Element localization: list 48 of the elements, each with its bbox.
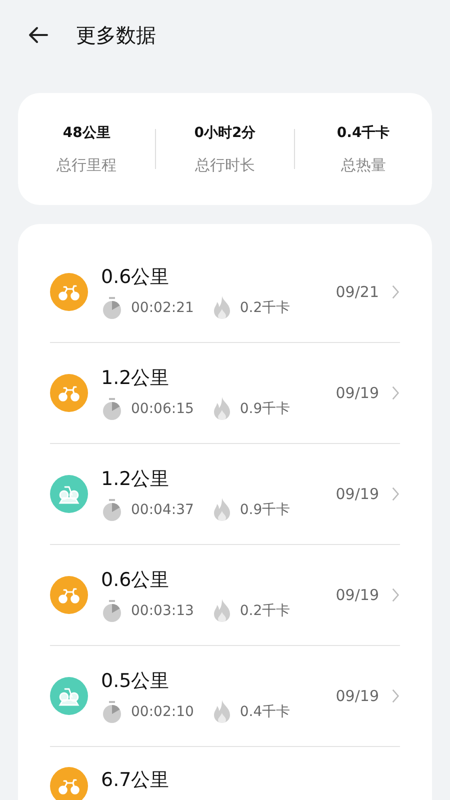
record-date: 09/19	[336, 586, 379, 604]
flame-icon	[212, 698, 232, 724]
exercise-bike-icon	[50, 475, 88, 513]
record-calories: 0.2千卡	[240, 298, 290, 316]
record-duration: 00:02:10	[131, 704, 194, 720]
stat-value: 48公里	[62, 124, 110, 142]
record-duration: 00:04:37	[131, 502, 194, 518]
stopwatch-icon	[101, 498, 123, 522]
record-distance: 1.2公里	[101, 466, 170, 492]
stopwatch-icon	[101, 598, 123, 622]
stat-label: 总热量	[340, 156, 386, 174]
flame-icon	[212, 598, 232, 624]
record-duration: 00:02:21	[131, 300, 194, 316]
bicycle-icon	[50, 576, 88, 614]
page-title: 更多数据	[76, 22, 156, 48]
stat-value: 0小时2分	[194, 124, 256, 142]
chevron-right-icon[interactable]	[391, 284, 400, 300]
record-date: 09/19	[336, 384, 379, 402]
record-date: 09/19	[336, 485, 379, 503]
flame-icon	[212, 496, 232, 522]
record-distance: 1.2公里	[101, 366, 170, 390]
chevron-right-icon[interactable]	[391, 587, 400, 603]
record-calories: 0.9千卡	[240, 500, 290, 518]
stat-label: 总行时长	[194, 156, 255, 174]
record-date: 09/19	[336, 687, 379, 705]
record-calories: 0.2千卡	[240, 602, 290, 620]
bicycle-icon	[50, 374, 88, 412]
record-duration: 00:03:13	[131, 602, 194, 618]
stopwatch-icon	[101, 296, 123, 320]
stopwatch-icon	[101, 396, 123, 420]
chevron-right-icon[interactable]	[391, 486, 400, 502]
stat-value: 0.4千卡	[336, 124, 390, 142]
record-distance: 0.6公里	[101, 264, 170, 290]
chevron-right-icon[interactable]	[391, 385, 400, 401]
exercise-bike-icon	[50, 677, 88, 715]
bicycle-icon	[50, 273, 88, 311]
flame-icon	[212, 294, 232, 320]
record-duration: 00:06:15	[131, 400, 194, 416]
stat-label: 总行里程	[56, 156, 117, 174]
flame-icon	[212, 396, 232, 422]
record-distance: 6.7公里	[101, 768, 170, 793]
record-calories: 0.9千卡	[240, 400, 290, 418]
record-date: 09/21	[336, 283, 379, 301]
record-calories: 0.4千卡	[240, 702, 290, 720]
record-distance: 0.5公里	[101, 668, 170, 694]
chevron-right-icon[interactable]	[391, 688, 400, 704]
record-distance: 0.6公里	[101, 568, 170, 592]
stopwatch-icon	[101, 700, 123, 724]
